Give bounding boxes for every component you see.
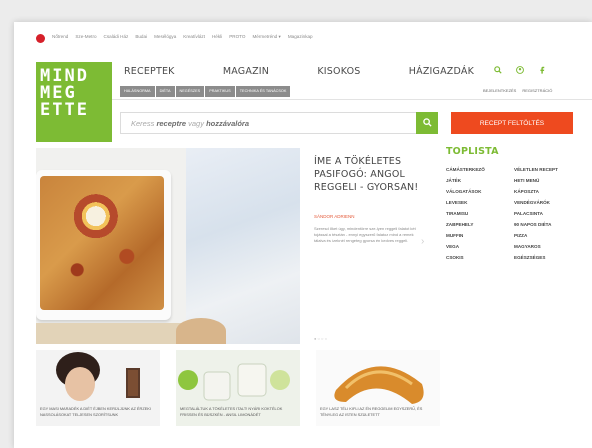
nav-item-receptek[interactable]: RECEPTEK: [124, 66, 175, 77]
sub-nav: HALÁSNORMA DIÉTA NEGÉSZES PRAKTIKUS TECH…: [120, 86, 291, 97]
logo-line: ETTE: [40, 100, 89, 120]
subnav-item[interactable]: TECHNIKA ÉS TANÁCSOK: [235, 86, 291, 97]
register-link[interactable]: REGISZTRÁCIÓ: [522, 88, 552, 93]
search-input[interactable]: Keress receptre vagy hozzávalóra: [120, 112, 438, 134]
article-card-caption: MEGTALÁLTUK A TÖKÉLETES ITALT! NYÁRI KOK…: [180, 406, 283, 417]
network-link[interactable]: Mérmetrénd ▾: [252, 34, 280, 40]
page: Nőtrend Sze-Metro Családi Ház Budai Mesé…: [14, 22, 592, 448]
subnav-item[interactable]: PRAKTIKUS: [205, 86, 235, 97]
toplista-item[interactable]: MUFFIN: [446, 233, 514, 238]
user-icon[interactable]: [516, 66, 524, 76]
hero-image-plate: [176, 318, 226, 344]
nav-icons: [494, 66, 546, 76]
toplista-item[interactable]: VEGA: [446, 244, 514, 249]
toplista-title: TOPLISTA: [446, 146, 499, 157]
toplista-item[interactable]: CSOKIS: [446, 255, 514, 260]
search-button[interactable]: [416, 112, 438, 134]
toplista-item[interactable]: VÉLETLEN RECEPT: [514, 167, 584, 172]
toplista-item[interactable]: HETI MENÜ: [514, 178, 584, 183]
toplista-item[interactable]: KÁPOSZTA: [514, 189, 584, 194]
article-card-caption: EGY LASZ TÉLI KIFLI AZ ÉN REGGELIM EGYSZ…: [320, 406, 423, 417]
network-link[interactable]: Sze-Metro: [75, 34, 96, 40]
nav-item-magazin[interactable]: MAGAZIN: [223, 66, 269, 77]
search-placeholder: Keress receptre vagy hozzávalóra: [131, 119, 249, 128]
hero-image-board: [36, 323, 186, 344]
network-link[interactable]: Magazinkap: [288, 34, 313, 40]
slider-dots[interactable]: ● ○ ○ ○: [314, 336, 327, 341]
hero-author[interactable]: SÁNDOR ADRIENN: [314, 214, 355, 219]
nav-item-hazigazdak[interactable]: HÁZIGAZDÁK: [409, 66, 474, 77]
network-links: Nőtrend Sze-Metro Családi Ház Budai Mesé…: [52, 34, 313, 40]
placeholder-text: receptre: [156, 119, 187, 128]
toplista-item[interactable]: LEVESEK: [446, 200, 514, 205]
search-icon: [422, 114, 432, 132]
chevron-right-icon[interactable]: ›: [421, 236, 424, 247]
main-nav: RECEPTEK MAGAZIN KISOKOS HÁZIGAZDÁK: [124, 66, 474, 77]
network-logo-icon[interactable]: [36, 34, 45, 43]
nav-item-kisokos[interactable]: KISOKOS: [317, 66, 360, 77]
toplista-item[interactable]: 90 NAPOS DIÉTA: [514, 222, 584, 227]
site-logo[interactable]: MIND MEG ETTE: [36, 62, 112, 142]
toplista-item[interactable]: PALACSINTA: [514, 211, 584, 216]
hero-title[interactable]: ÍME A TÖKÉLETES PASIFOGÓ: ANGOL REGGELI …: [314, 155, 426, 194]
search-icon[interactable]: [494, 66, 502, 76]
article-card[interactable]: EGY LASZ TÉLI KIFLI AZ ÉN REGGELIM EGYSZ…: [316, 350, 440, 426]
facebook-icon[interactable]: [538, 66, 546, 76]
toplista-item[interactable]: VÁLOGATÁSOK: [446, 189, 514, 194]
hero-description: Szeresd őket úgy, mindentörre sze-lyen r…: [314, 226, 416, 244]
divider: [112, 99, 592, 100]
network-link[interactable]: Hékli: [212, 34, 222, 40]
network-link[interactable]: Kreatívlázt: [183, 34, 205, 40]
subnav-item[interactable]: NEGÉSZES: [175, 86, 205, 97]
hero-image[interactable]: [36, 148, 300, 344]
login-link[interactable]: BEJELENTKEZÉS: [483, 88, 516, 93]
hero-image-food: [40, 176, 164, 310]
upload-recipe-button[interactable]: RECEPT FELTÖLTÉS: [451, 112, 573, 134]
login-links: BEJELENTKEZÉS REGISZTRÁCIÓ: [483, 88, 552, 93]
top-strip: Nőtrend Sze-Metro Családi Ház Budai Mesé…: [14, 22, 592, 54]
toplista-item[interactable]: MAGYAROS: [514, 244, 584, 249]
toplista-item[interactable]: ZABPEHELY: [446, 222, 514, 227]
placeholder-text: hozzávalóra: [206, 119, 250, 128]
network-link[interactable]: Mesélógya: [154, 34, 176, 40]
hero-image-cloth: [186, 148, 300, 344]
network-link[interactable]: PROTO: [229, 34, 245, 40]
toplista-item[interactable]: VENDÉGVÁRÓK: [514, 200, 584, 205]
toplista-item[interactable]: CÁMÁSTERKEZŐ: [446, 167, 514, 172]
subnav-item[interactable]: DIÉTA: [155, 86, 175, 97]
toplista-grid: CÁMÁSTERKEZŐ VÉLETLEN RECEPT JÁTÉK HETI …: [446, 167, 584, 260]
subnav-item[interactable]: HALÁSNORMA: [120, 86, 155, 97]
placeholder-text: vagy: [188, 119, 204, 128]
article-card[interactable]: MEGTALÁLTUK A TÖKÉLETES ITALT! NYÁRI KOK…: [176, 350, 300, 426]
toplista-item[interactable]: JÁTÉK: [446, 178, 514, 183]
network-link[interactable]: Nőtrend: [52, 34, 68, 40]
article-card[interactable]: EGY MASI MARADÉK A DIÉT ÉJBEN KERÜLJÜNK …: [36, 350, 160, 426]
article-card-caption: EGY MASI MARADÉK A DIÉT ÉJBEN KERÜLJÜNK …: [40, 406, 151, 417]
network-link[interactable]: Budai: [135, 34, 147, 40]
placeholder-text: Keress: [131, 119, 155, 128]
toplista-item[interactable]: TIRAMISU: [446, 211, 514, 216]
toplista-item[interactable]: EGÉSZSÉGES: [514, 255, 584, 260]
toplista-item[interactable]: PIZZA: [514, 233, 584, 238]
network-link[interactable]: Családi Ház: [104, 34, 129, 40]
